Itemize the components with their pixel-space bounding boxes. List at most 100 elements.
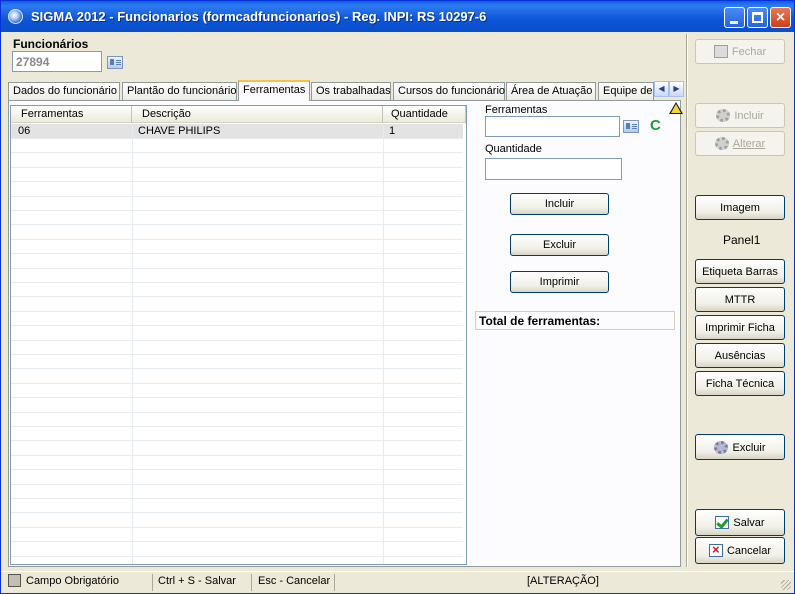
cell-ferramenta: 06 — [18, 125, 31, 137]
minimize-button[interactable] — [724, 7, 745, 28]
incluir-ferramenta-label: Incluir — [544, 198, 575, 210]
clear-icon[interactable]: C — [650, 117, 661, 134]
grid-row-line — [11, 282, 463, 283]
column-quantidade[interactable]: Quantidade — [383, 106, 466, 123]
save-check-icon — [715, 516, 730, 529]
app-icon[interactable] — [8, 9, 23, 24]
grid-row-line — [11, 541, 463, 542]
cell-quantidade: 1 — [389, 125, 396, 137]
grid-column-line — [383, 123, 384, 564]
ferramentas-input[interactable] — [485, 116, 620, 137]
close-button[interactable]: × — [770, 7, 791, 28]
imagem-button[interactable]: Imagem — [695, 195, 785, 220]
grid-row-line — [11, 498, 463, 499]
warning-icon: ! — [669, 102, 683, 114]
required-field-swatch — [8, 574, 21, 587]
panel1-label: Panel1 — [723, 233, 761, 247]
grid-row-line — [11, 527, 463, 528]
fechar-button[interactable]: Fechar — [695, 39, 785, 64]
grid-header: Ferramentas Descrição Quantidade — [11, 106, 466, 123]
sidebar-separator — [686, 34, 688, 567]
grid-row-line — [11, 210, 463, 211]
grid-row-line — [11, 469, 463, 470]
imprimir-ficha-button[interactable]: Imprimir Ficha — [695, 315, 785, 340]
cell-descricao: CHAVE PHILIPS — [138, 125, 221, 137]
tab-dados-funcionario[interactable]: Dados do funcionário — [8, 82, 120, 100]
grid-row-line — [11, 325, 463, 326]
fechar-label: Fechar — [731, 46, 767, 58]
cancel-shortcut-hint: Esc - Cancelar — [258, 575, 331, 587]
imprimir-ficha-label: Imprimir Ficha — [705, 322, 775, 334]
incluir-ferramenta-button[interactable]: Incluir — [510, 193, 609, 215]
tab-plantao-funcionario[interactable]: Plantão do funcionário — [122, 82, 237, 100]
gear-icon — [714, 137, 729, 150]
column-ferramentas[interactable]: Ferramentas — [11, 106, 132, 123]
etiqueta-barras-button[interactable]: Etiqueta Barras — [695, 259, 785, 284]
gear-icon — [716, 109, 731, 122]
grid-row-line — [11, 152, 463, 153]
status-separator — [334, 574, 335, 591]
ficha-tecnica-button[interactable]: Ficha Técnica — [695, 371, 785, 396]
grid-row-line — [11, 512, 463, 513]
excluir-label: Excluir — [732, 442, 766, 454]
ausencias-label: Ausências — [714, 350, 766, 362]
tab-area-atuacao[interactable]: Área de Atuação — [506, 82, 596, 100]
tab-cursos-funcionario[interactable]: Cursos do funcionário — [393, 82, 505, 100]
excluir-ferramenta-button[interactable]: Excluir — [510, 234, 609, 256]
quantidade-input[interactable] — [485, 158, 622, 180]
incluir-button[interactable]: Incluir — [695, 103, 785, 128]
gear-delete-icon — [714, 441, 729, 454]
resize-grip-icon[interactable] — [781, 580, 791, 590]
maximize-button[interactable] — [747, 7, 768, 28]
table-row[interactable]: 06 CHAVE PHILIPS 1 — [11, 124, 463, 138]
title-bar[interactable]: SIGMA 2012 - Funcionarios (formcadfuncio… — [1, 1, 794, 32]
tab-os-trabalhadas[interactable]: Os trabalhadas — [311, 82, 391, 100]
grid-row-line — [11, 556, 463, 557]
alterar-button[interactable]: Alterar — [695, 131, 785, 156]
main-window: SIGMA 2012 - Funcionarios (formcadfuncio… — [0, 0, 795, 594]
status-separator — [152, 574, 153, 591]
ferramentas-lookup-icon[interactable] — [623, 120, 639, 133]
grid-row-line — [11, 455, 463, 456]
grid-row-line — [11, 368, 463, 369]
close-icon: × — [775, 9, 786, 26]
grid-row-line — [11, 239, 463, 240]
grid-row-line — [11, 296, 463, 297]
grid-row-line — [11, 196, 463, 197]
ferramentas-grid[interactable]: Ferramentas Descrição Quantidade 06 CHAV… — [10, 105, 467, 565]
etiqueta-barras-label: Etiqueta Barras — [702, 266, 778, 278]
cancelar-button[interactable]: Cancelar — [695, 537, 785, 564]
imprimir-ferramenta-button[interactable]: Imprimir — [510, 271, 609, 293]
save-shortcut-hint: Ctrl + S - Salvar — [158, 575, 236, 587]
grid-row-line — [11, 397, 463, 398]
grid-row-line — [11, 412, 463, 413]
funcionarios-label: Funcionários — [13, 37, 89, 51]
grid-row-line — [11, 253, 463, 254]
minimize-icon — [730, 21, 738, 24]
tab-scroll-left-icon[interactable]: ◀ — [654, 81, 669, 97]
ausencias-button[interactable]: Ausências — [695, 343, 785, 368]
tab-scroll-right-icon[interactable]: ▶ — [669, 81, 684, 97]
grid-row-line — [11, 354, 463, 355]
funcionario-code-field[interactable]: 27894 — [12, 51, 102, 72]
grid-row-line — [11, 224, 463, 225]
salvar-button[interactable]: Salvar — [695, 509, 785, 536]
mttr-button[interactable]: MTTR — [695, 287, 785, 312]
excluir-button[interactable]: Excluir — [695, 434, 785, 460]
imprimir-ferramenta-label: Imprimir — [539, 276, 580, 288]
grid-row-line — [11, 484, 463, 485]
status-bar: Campo Obrigatório Ctrl + S - Salvar Esc … — [1, 571, 794, 593]
ficha-tecnica-label: Ficha Técnica — [705, 378, 775, 390]
alterar-label: Alterar — [732, 138, 766, 150]
column-descricao[interactable]: Descrição — [132, 106, 383, 123]
grid-row-line — [11, 167, 463, 168]
cancelar-label: Cancelar — [726, 545, 772, 557]
tab-equipe[interactable]: Equipe de — [598, 82, 654, 100]
window-title: SIGMA 2012 - Funcionarios (formcadfuncio… — [31, 9, 487, 24]
funcionario-code-value: 27894 — [16, 55, 50, 69]
door-icon — [713, 45, 728, 58]
lookup-card-icon[interactable] — [107, 56, 123, 69]
grid-row-line — [11, 138, 463, 139]
tab-ferramentas[interactable]: Ferramentas — [238, 80, 310, 101]
mode-indicator: [ALTERAÇÃO] — [527, 575, 599, 587]
